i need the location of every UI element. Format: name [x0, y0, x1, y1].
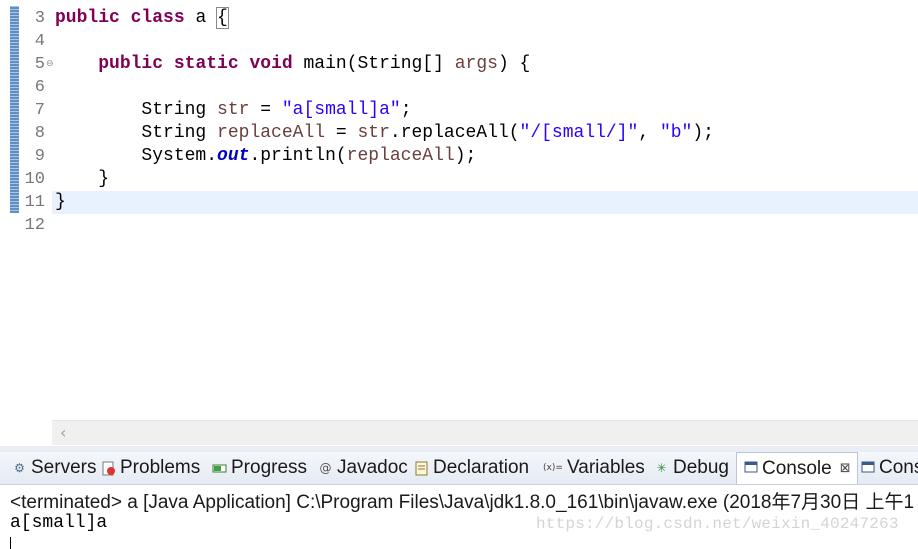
watermark: https://blog.csdn.net/weixin_40247263 — [536, 515, 899, 533]
local-variable: replaceAll — [217, 123, 326, 143]
code-text: ; — [400, 100, 412, 120]
tab-label: Variables — [567, 457, 645, 478]
declaration-icon — [414, 461, 429, 476]
code-line-11[interactable]: } — [55, 191, 66, 214]
local-variable: str — [217, 100, 250, 120]
console-icon — [743, 461, 758, 476]
code-editor[interactable]: 3 4 5 ⊖ 6 7 8 9 10 11 12 public class a … — [0, 0, 918, 446]
tab-label: Debug — [673, 457, 729, 478]
keyword: public — [55, 8, 120, 28]
keyword: void — [249, 54, 293, 74]
close-icon[interactable]: ⊠ — [840, 461, 851, 476]
tab-progress[interactable]: Progress — [212, 452, 307, 484]
class-name: a — [184, 8, 218, 28]
tab-debug[interactable]: ✳ Debug — [654, 452, 729, 484]
code-text: = — [325, 123, 358, 143]
overview-ruler — [0, 0, 8, 446]
tab-label: Javadoc — [337, 457, 408, 478]
horizontal-scrollbar[interactable]: ‹ — [52, 420, 918, 445]
tab-console[interactable]: Console ⊠ — [736, 452, 858, 484]
javadoc-icon: @ — [319, 460, 332, 475]
tab-javadoc[interactable]: @ Javadoc — [318, 452, 408, 484]
code-line-3[interactable]: public class a { — [55, 7, 229, 30]
tab-label: Cons — [879, 457, 918, 478]
line-number: 4 — [34, 32, 45, 51]
code-line-10[interactable]: } — [55, 168, 109, 191]
matching-bracket: { — [216, 7, 229, 29]
type-name: String — [141, 123, 218, 143]
problems-icon — [101, 461, 116, 476]
parameter: args — [454, 54, 498, 74]
console-view[interactable]: <terminated> a [Java Application] C:\Pro… — [0, 485, 918, 549]
chevron-left-icon[interactable]: ‹ — [60, 423, 66, 443]
code-line-9[interactable]: System.out.println(replaceAll); — [55, 145, 476, 168]
line-number: 9 — [34, 147, 45, 166]
tab-problems[interactable]: Problems — [101, 452, 200, 484]
string-literal: "/[small/]" — [519, 123, 639, 143]
tab-variables[interactable]: (x)= Variables — [543, 452, 645, 484]
code-text: ); — [692, 123, 714, 143]
console-icon — [860, 461, 875, 476]
type-name: String — [141, 100, 218, 120]
closing-brace: } — [55, 192, 66, 212]
code-line-7[interactable]: String str = "a[small]a"; — [55, 99, 412, 122]
code-line-5[interactable]: public static void main(String[] args) { — [55, 53, 530, 76]
string-literal: "a[small]a" — [281, 100, 401, 120]
line-number: 8 — [34, 124, 45, 143]
tab-console-2[interactable]: Cons — [860, 452, 918, 484]
line-number: 10 — [24, 170, 45, 189]
tab-label: Problems — [120, 457, 201, 478]
closing-brace: } — [98, 169, 110, 189]
console-status-line: <terminated> a [Java Application] C:\Pro… — [10, 492, 915, 513]
servers-icon: ⚙ — [14, 460, 25, 475]
line-number: 11 — [24, 193, 45, 212]
code-text: = — [249, 100, 282, 120]
tab-label: Declaration — [433, 457, 530, 478]
debug-icon: ✳ — [656, 460, 667, 475]
change-marker — [10, 6, 19, 213]
tab-servers[interactable]: ⚙ Servers — [12, 452, 96, 484]
keyword: static — [173, 54, 239, 74]
code-text: ) { — [497, 54, 531, 74]
tab-label: Servers — [31, 457, 97, 478]
code-text: ); — [454, 146, 477, 166]
line-number: 3 — [34, 9, 45, 28]
current-line-highlight — [52, 191, 918, 214]
progress-icon — [212, 461, 227, 476]
line-number: 6 — [34, 78, 45, 97]
text-caret — [10, 537, 11, 549]
tab-declaration[interactable]: Declaration — [414, 452, 529, 484]
line-number: 7 — [34, 101, 45, 120]
keyword: class — [130, 8, 185, 28]
keyword: public — [98, 54, 164, 74]
line-number: 5 — [34, 55, 45, 74]
tab-label: Console — [762, 457, 832, 479]
variables-icon: (x)= — [543, 462, 563, 473]
method-call: .println( — [249, 146, 347, 166]
local-variable: replaceAll — [346, 146, 455, 166]
code-line-8[interactable]: String replaceAll = str.replaceAll("/[sm… — [55, 122, 714, 145]
string-literal: "b" — [659, 123, 693, 143]
local-variable: str — [357, 123, 390, 143]
static-field: out — [217, 146, 250, 166]
method-signature: main(String[] — [292, 54, 455, 74]
fold-collapse-icon[interactable]: ⊖ — [46, 53, 54, 76]
console-output[interactable]: a[small]a — [10, 513, 107, 533]
bottom-panel-tabbar: ⚙ Servers Problems Progress @ Javadoc Decl… — [0, 452, 918, 485]
code-text: , — [638, 123, 660, 143]
method-call: .replaceAll( — [389, 123, 520, 143]
line-number: 12 — [24, 216, 45, 235]
code-text: System. — [141, 146, 218, 166]
tab-label: Progress — [231, 457, 308, 478]
